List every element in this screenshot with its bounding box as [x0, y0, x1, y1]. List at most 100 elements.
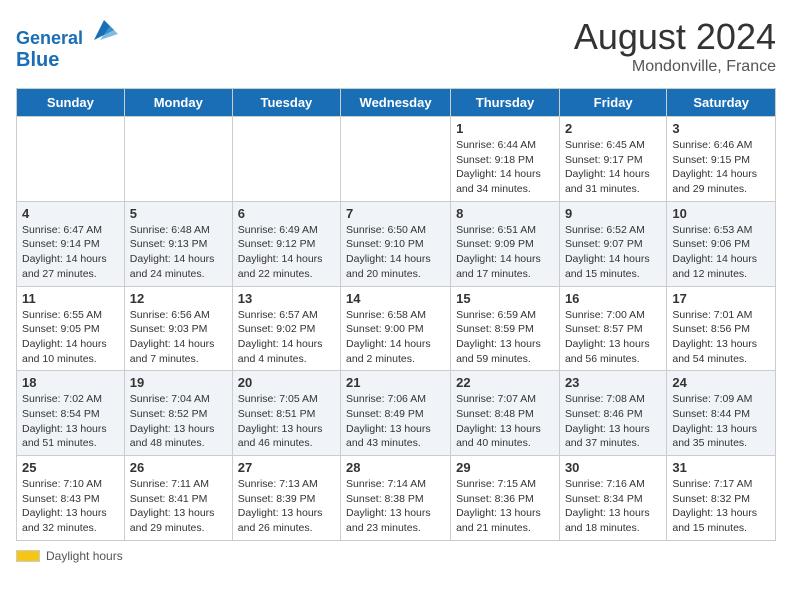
- calendar-header: SundayMondayTuesdayWednesdayThursdayFrid…: [17, 89, 776, 117]
- calendar-week-row: 1 Sunrise: 6:44 AM Sunset: 9:18 PM Daylig…: [17, 117, 776, 202]
- calendar-cell: 30Sunrise: 7:16 AM Sunset: 8:34 PM Dayli…: [559, 456, 666, 541]
- calendar-cell: 12 Sunrise: 6:56 AM Sunset: 9:03 PM Dayli…: [124, 286, 232, 371]
- day-number: 10: [672, 206, 770, 221]
- daylight-bar-icon: [16, 550, 40, 562]
- day-info: Sunrise: 7:13 AM Sunset: 8:39 PM Dayligh…: [238, 477, 335, 536]
- calendar-cell: 6Sunrise: 6:49 AM Sunset: 9:12 PM Daylig…: [232, 201, 340, 286]
- calendar-cell: [341, 117, 451, 202]
- day-info: Sunrise: 6:53 AM Sunset: 9:06 PM Dayligh…: [672, 223, 770, 282]
- day-number: 6: [238, 206, 335, 221]
- calendar-cell: 1 Sunrise: 6:44 AM Sunset: 9:18 PM Daylig…: [451, 117, 560, 202]
- day-number: 23: [565, 375, 661, 390]
- day-info: Sunrise: 7:14 AM Sunset: 8:38 PM Dayligh…: [346, 477, 445, 536]
- day-number: 15: [456, 291, 554, 306]
- day-number: 8: [456, 206, 554, 221]
- calendar-cell: 7 Sunrise: 6:50 AM Sunset: 9:10 PM Daylig…: [341, 201, 451, 286]
- day-of-week-header: Monday: [124, 89, 232, 117]
- day-number: 14: [346, 291, 445, 306]
- calendar-cell: 20Sunrise: 7:05 AM Sunset: 8:51 PM Dayli…: [232, 371, 340, 456]
- daylight-label: Daylight hours: [46, 549, 123, 563]
- day-info: Sunrise: 6:56 AM Sunset: 9:03 PM Dayligh…: [130, 308, 227, 367]
- logo-general: General: [16, 28, 83, 48]
- day-of-week-header: Friday: [559, 89, 666, 117]
- day-number: 20: [238, 375, 335, 390]
- day-info: Sunrise: 7:07 AM Sunset: 8:48 PM Dayligh…: [456, 392, 554, 451]
- logo: General Blue: [16, 16, 118, 71]
- calendar-cell: 16 Sunrise: 7:00 AM Sunset: 8:57 PM Dayli…: [559, 286, 666, 371]
- calendar-cell: 11 Sunrise: 6:55 AM Sunset: 9:05 PM Dayli…: [17, 286, 125, 371]
- day-number: 7: [346, 206, 445, 221]
- day-number: 24: [672, 375, 770, 390]
- calendar-cell: 13 Sunrise: 6:57 AM Sunset: 9:02 PM Dayli…: [232, 286, 340, 371]
- calendar-cell: 5 Sunrise: 6:48 AM Sunset: 9:13 PM Daylig…: [124, 201, 232, 286]
- day-info: Sunrise: 6:44 AM Sunset: 9:18 PM Dayligh…: [456, 138, 554, 197]
- calendar-cell: 27 Sunrise: 7:13 AM Sunset: 8:39 PM Dayli…: [232, 456, 340, 541]
- day-number: 19: [130, 375, 227, 390]
- day-info: Sunrise: 6:50 AM Sunset: 9:10 PM Dayligh…: [346, 223, 445, 282]
- day-number: 4: [22, 206, 119, 221]
- calendar-cell: 22 Sunrise: 7:07 AM Sunset: 8:48 PM Dayli…: [451, 371, 560, 456]
- calendar-week-row: 25 Sunrise: 7:10 AM Sunset: 8:43 PM Dayli…: [17, 456, 776, 541]
- location-title: Mondonville, France: [574, 58, 776, 76]
- day-number: 30: [565, 460, 661, 475]
- day-number: 12: [130, 291, 227, 306]
- calendar-cell: 2 Sunrise: 6:45 AM Sunset: 9:17 PM Daylig…: [559, 117, 666, 202]
- day-info: Sunrise: 7:06 AM Sunset: 8:49 PM Dayligh…: [346, 392, 445, 451]
- calendar-cell: [17, 117, 125, 202]
- day-info: Sunrise: 6:46 AM Sunset: 9:15 PM Dayligh…: [672, 138, 770, 197]
- calendar-cell: 9Sunrise: 6:52 AM Sunset: 9:07 PM Daylig…: [559, 201, 666, 286]
- title-area: August 2024 Mondonville, France: [574, 16, 776, 76]
- day-number: 25: [22, 460, 119, 475]
- day-info: Sunrise: 6:55 AM Sunset: 9:05 PM Dayligh…: [22, 308, 119, 367]
- calendar-cell: [124, 117, 232, 202]
- calendar-cell: 17 Sunrise: 7:01 AM Sunset: 8:56 PM Dayli…: [667, 286, 776, 371]
- day-number: 13: [238, 291, 335, 306]
- calendar-cell: 28 Sunrise: 7:14 AM Sunset: 8:38 PM Dayli…: [341, 456, 451, 541]
- day-info: Sunrise: 7:02 AM Sunset: 8:54 PM Dayligh…: [22, 392, 119, 451]
- day-number: 1: [456, 121, 554, 136]
- calendar-cell: 25 Sunrise: 7:10 AM Sunset: 8:43 PM Dayli…: [17, 456, 125, 541]
- calendar-cell: [232, 117, 340, 202]
- month-title: August 2024: [574, 16, 776, 58]
- day-number: 16: [565, 291, 661, 306]
- day-info: Sunrise: 6:45 AM Sunset: 9:17 PM Dayligh…: [565, 138, 661, 197]
- day-info: Sunrise: 6:48 AM Sunset: 9:13 PM Dayligh…: [130, 223, 227, 282]
- day-info: Sunrise: 6:58 AM Sunset: 9:00 PM Dayligh…: [346, 308, 445, 367]
- day-info: Sunrise: 7:09 AM Sunset: 8:44 PM Dayligh…: [672, 392, 770, 451]
- calendar-cell: 23 Sunrise: 7:08 AM Sunset: 8:46 PM Dayli…: [559, 371, 666, 456]
- day-info: Sunrise: 7:10 AM Sunset: 8:43 PM Dayligh…: [22, 477, 119, 536]
- day-number: 27: [238, 460, 335, 475]
- day-info: Sunrise: 7:15 AM Sunset: 8:36 PM Dayligh…: [456, 477, 554, 536]
- day-of-week-header: Saturday: [667, 89, 776, 117]
- day-number: 28: [346, 460, 445, 475]
- day-number: 11: [22, 291, 119, 306]
- calendar-body: 1 Sunrise: 6:44 AM Sunset: 9:18 PM Daylig…: [17, 117, 776, 541]
- day-number: 22: [456, 375, 554, 390]
- day-number: 2: [565, 121, 661, 136]
- calendar-table: SundayMondayTuesdayWednesdayThursdayFrid…: [16, 88, 776, 541]
- day-info: Sunrise: 6:57 AM Sunset: 9:02 PM Dayligh…: [238, 308, 335, 367]
- calendar-cell: 18Sunrise: 7:02 AM Sunset: 8:54 PM Dayli…: [17, 371, 125, 456]
- day-number: 17: [672, 291, 770, 306]
- calendar-cell: 24 Sunrise: 7:09 AM Sunset: 8:44 PM Dayli…: [667, 371, 776, 456]
- calendar-cell: 26Sunrise: 7:11 AM Sunset: 8:41 PM Dayli…: [124, 456, 232, 541]
- day-of-week-header: Sunday: [17, 89, 125, 117]
- calendar-cell: 29 Sunrise: 7:15 AM Sunset: 8:36 PM Dayli…: [451, 456, 560, 541]
- footer: Daylight hours: [16, 549, 776, 563]
- day-number: 31: [672, 460, 770, 475]
- day-info: Sunrise: 7:01 AM Sunset: 8:56 PM Dayligh…: [672, 308, 770, 367]
- day-of-week-header: Tuesday: [232, 89, 340, 117]
- calendar-week-row: 11 Sunrise: 6:55 AM Sunset: 9:05 PM Dayli…: [17, 286, 776, 371]
- calendar-cell: 21Sunrise: 7:06 AM Sunset: 8:49 PM Dayli…: [341, 371, 451, 456]
- day-number: 5: [130, 206, 227, 221]
- calendar-cell: 4Sunrise: 6:47 AM Sunset: 9:14 PM Daylig…: [17, 201, 125, 286]
- day-info: Sunrise: 7:08 AM Sunset: 8:46 PM Dayligh…: [565, 392, 661, 451]
- day-info: Sunrise: 7:00 AM Sunset: 8:57 PM Dayligh…: [565, 308, 661, 367]
- calendar-week-row: 18Sunrise: 7:02 AM Sunset: 8:54 PM Dayli…: [17, 371, 776, 456]
- day-info: Sunrise: 7:04 AM Sunset: 8:52 PM Dayligh…: [130, 392, 227, 451]
- logo-blue: Blue: [16, 49, 59, 71]
- calendar-week-row: 4Sunrise: 6:47 AM Sunset: 9:14 PM Daylig…: [17, 201, 776, 286]
- day-number: 29: [456, 460, 554, 475]
- calendar-cell: 31Sunrise: 7:17 AM Sunset: 8:32 PM Dayli…: [667, 456, 776, 541]
- day-number: 3: [672, 121, 770, 136]
